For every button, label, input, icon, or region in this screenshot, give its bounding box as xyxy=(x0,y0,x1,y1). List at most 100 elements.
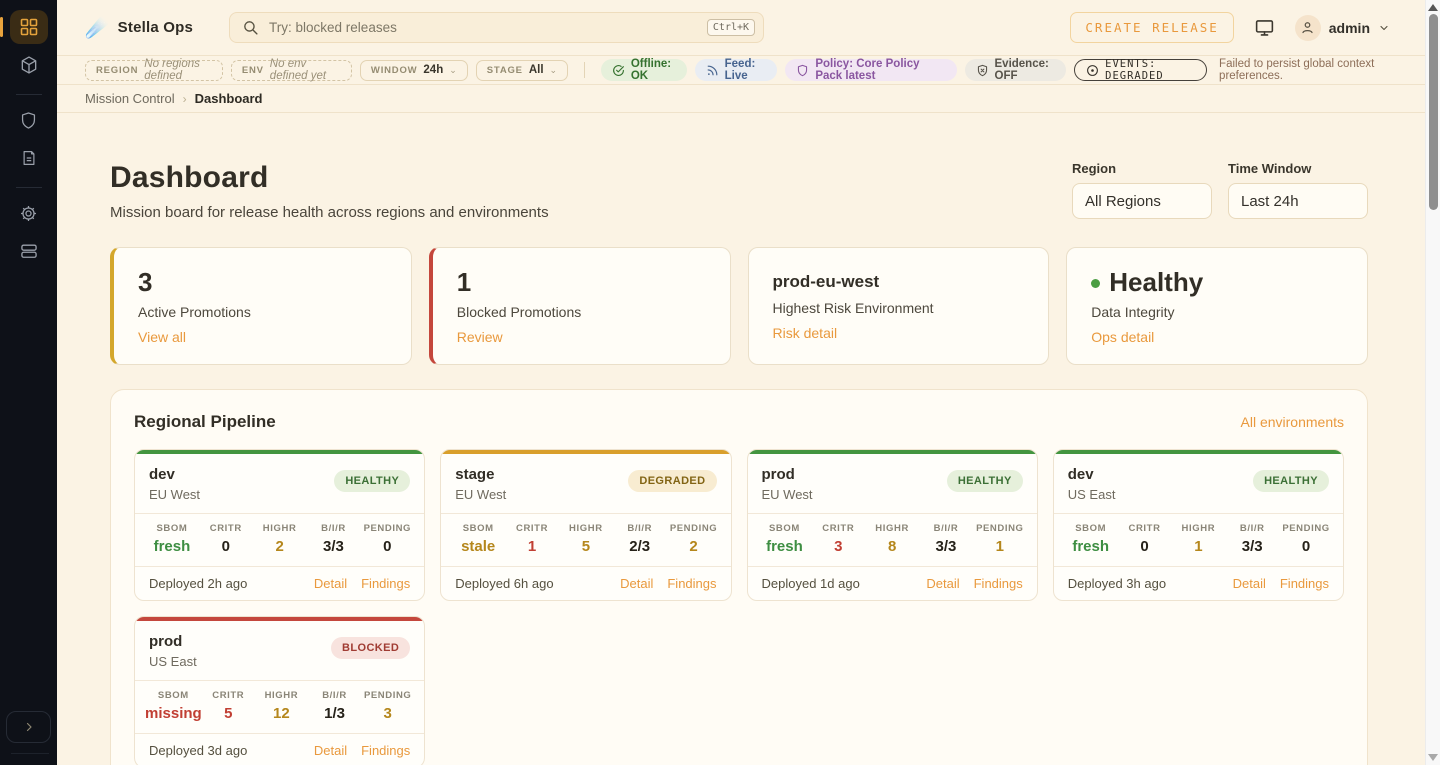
sidebar-divider xyxy=(16,187,42,188)
scrollbar-down-arrow[interactable] xyxy=(1428,754,1438,761)
detail-link[interactable]: Detail xyxy=(926,576,959,591)
blocked-promotions-count: 1 xyxy=(457,267,706,297)
create-release-button[interactable]: CREATE RELEASE xyxy=(1070,12,1233,43)
stat-sbom: SBOMfresh xyxy=(1064,523,1118,555)
deployed-timestamp: Deployed 3h ago xyxy=(1068,576,1166,591)
env-name: dev xyxy=(1068,466,1116,483)
pipeline-card-dev-eu-west: dev EU West HEALTHY SBOMfresh CRITR0 HIG… xyxy=(134,449,425,601)
ops-detail-link[interactable]: Ops detail xyxy=(1091,329,1154,345)
chevron-right-icon: › xyxy=(183,92,187,106)
sidebar-item-dashboard[interactable] xyxy=(10,10,48,44)
env-context-chip[interactable]: ENV No env defined yet xyxy=(231,60,352,81)
view-all-link[interactable]: View all xyxy=(138,329,186,345)
sidebar-expand-button[interactable] xyxy=(6,711,51,743)
card-label: Blocked Promotions xyxy=(457,304,706,320)
stat-highr: HIGHR5 xyxy=(559,523,613,555)
sidebar-item-security[interactable] xyxy=(10,103,48,137)
scrollbar-thumb[interactable] xyxy=(1429,14,1438,210)
stat-pending: PENDING1 xyxy=(973,523,1027,555)
check-circle-icon xyxy=(612,64,625,77)
panel-title: Regional Pipeline xyxy=(134,412,276,432)
divider xyxy=(584,62,585,78)
scrollbar-up-arrow[interactable] xyxy=(1428,4,1438,11)
deployed-timestamp: Deployed 6h ago xyxy=(455,576,553,591)
findings-link[interactable]: Findings xyxy=(667,576,716,591)
detail-link[interactable]: Detail xyxy=(314,576,347,591)
pill-label: Offline: OK xyxy=(631,58,676,82)
blocked-promotions-card: 1 Blocked Promotions Review xyxy=(429,247,731,365)
evidence-status-pill: Evidence: OFF xyxy=(965,59,1067,81)
findings-link[interactable]: Findings xyxy=(361,743,410,758)
env-region: EU West xyxy=(762,487,813,502)
stat-critr: CRITR0 xyxy=(1118,523,1172,555)
findings-link[interactable]: Findings xyxy=(974,576,1023,591)
stat-highr: HIGHR2 xyxy=(253,523,307,555)
sidebar-item-documents[interactable] xyxy=(10,141,48,175)
region-filter-select[interactable]: All Regions xyxy=(1072,183,1212,219)
active-promotions-card: 3 Active Promotions View all xyxy=(110,247,412,365)
stat-critr: CRITR3 xyxy=(811,523,865,555)
context-bar: REGION No regions defined ENV No env def… xyxy=(57,56,1425,85)
rss-icon xyxy=(706,64,719,77)
sidebar-divider xyxy=(16,94,42,95)
gear-icon xyxy=(19,204,38,223)
search-input[interactable] xyxy=(269,20,697,35)
chip-value: No env defined yet xyxy=(270,58,341,82)
env-name: stage xyxy=(455,466,506,483)
stat-bir: B/I/R3/3 xyxy=(307,523,361,555)
findings-link[interactable]: Findings xyxy=(361,576,410,591)
search-bar[interactable]: Ctrl+K xyxy=(229,12,764,43)
brand-name: Stella Ops xyxy=(118,19,193,36)
detail-link[interactable]: Detail xyxy=(314,743,347,758)
monitor-icon xyxy=(1254,17,1275,38)
env-region: EU West xyxy=(455,487,506,502)
stat-bir: B/I/R3/3 xyxy=(1225,523,1279,555)
risk-detail-link[interactable]: Risk detail xyxy=(773,325,838,341)
document-icon xyxy=(20,149,38,167)
sidebar-item-releases[interactable] xyxy=(10,48,48,82)
content: Dashboard Mission board for release heal… xyxy=(57,113,1425,765)
stat-sbom: SBOMmissing xyxy=(145,690,202,722)
review-link[interactable]: Review xyxy=(457,329,503,345)
detail-link[interactable]: Detail xyxy=(620,576,653,591)
sidebar xyxy=(0,0,57,765)
events-status-pill[interactable]: EVENTS: DEGRADED xyxy=(1074,59,1207,81)
card-label: Active Promotions xyxy=(138,304,387,320)
sidebar-item-infrastructure[interactable] xyxy=(10,234,48,268)
all-environments-link[interactable]: All environments xyxy=(1241,414,1345,430)
pipeline-grid: dev EU West HEALTHY SBOMfresh CRITR0 HIG… xyxy=(134,449,1344,765)
chip-label: ENV xyxy=(242,65,264,76)
stat-bir: B/I/R2/3 xyxy=(613,523,667,555)
user-icon xyxy=(1300,20,1315,35)
chevron-down-icon: ⌄ xyxy=(449,65,457,76)
findings-link[interactable]: Findings xyxy=(1280,576,1329,591)
dot-circle-icon xyxy=(1086,64,1099,77)
top-bar: ☄️ Stella Ops Ctrl+K CREATE RELEASE xyxy=(57,0,1425,56)
window-context-chip[interactable]: WINDOW 24h ⌄ xyxy=(360,60,468,81)
sidebar-item-settings[interactable] xyxy=(10,196,48,230)
stat-highr: HIGHR8 xyxy=(865,523,919,555)
env-name: dev xyxy=(149,466,200,483)
vertical-scrollbar[interactable] xyxy=(1425,0,1440,765)
stat-pending: PENDING3 xyxy=(361,690,414,722)
detail-link[interactable]: Detail xyxy=(1233,576,1266,591)
feed-status-pill: Feed: Live xyxy=(695,59,778,81)
time-window-filter-select[interactable]: Last 24h xyxy=(1228,183,1368,219)
stage-context-chip[interactable]: STAGE All ⌄ xyxy=(476,60,568,81)
env-region: US East xyxy=(1068,487,1116,502)
chevron-down-icon: ⌄ xyxy=(550,65,558,76)
display-mode-button[interactable] xyxy=(1254,17,1275,38)
status-dot-icon xyxy=(1091,279,1100,288)
breadcrumb-parent[interactable]: Mission Control xyxy=(85,91,175,106)
time-window-filter-label: Time Window xyxy=(1228,161,1368,176)
stat-sbom: SBOMfresh xyxy=(758,523,812,555)
region-context-chip[interactable]: REGION No regions defined xyxy=(85,60,223,81)
summary-cards: 3 Active Promotions View all 1 Blocked P… xyxy=(110,247,1368,365)
regional-pipeline-panel: Regional Pipeline All environments dev E… xyxy=(110,389,1368,765)
pipeline-card-prod-eu-west: prod EU West HEALTHY SBOMfresh CRITR3 HI… xyxy=(747,449,1038,601)
search-icon xyxy=(242,19,259,36)
shortcut-kbd: Ctrl+K xyxy=(707,19,755,36)
avatar xyxy=(1295,15,1321,41)
user-menu[interactable]: admin xyxy=(1295,15,1390,41)
breadcrumb: Mission Control › Dashboard xyxy=(57,85,1425,113)
